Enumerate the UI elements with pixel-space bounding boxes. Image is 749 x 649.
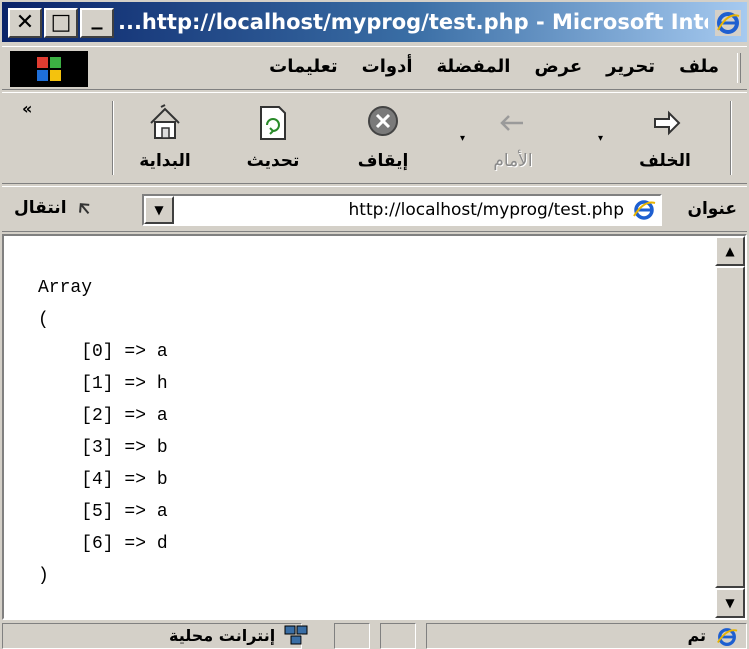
intranet-icon: [284, 625, 308, 645]
scroll-down-icon: ▼: [725, 596, 735, 610]
status-bar: إنترانت محلية تم: [0, 620, 749, 649]
window-title: ...http://localhost/myprog/test.php - Mi…: [118, 10, 708, 34]
scroll-up-icon: ▲: [725, 244, 735, 258]
back-button[interactable]: الخلف: [622, 101, 708, 177]
scroll-down-button[interactable]: ▼: [715, 588, 745, 618]
status-ie-icon: [717, 628, 738, 646]
stop-label: إيقاف: [357, 151, 409, 171]
menu-view[interactable]: عرض: [534, 56, 582, 77]
menu-items: ملف تحرير عرض المفضلة أدوات تعليمات: [269, 56, 719, 77]
menu-edit[interactable]: تحرير: [606, 56, 655, 77]
go-label: انتقال: [14, 198, 67, 218]
home-icon: [150, 104, 180, 139]
toolbar-overflow-button[interactable]: «: [22, 99, 32, 118]
back-arrow-icon: [654, 110, 681, 136]
address-dropdown-button[interactable]: ▼: [144, 196, 174, 224]
status-zone-label: إنترانت محلية: [169, 626, 276, 645]
stop-button[interactable]: إيقاف: [340, 101, 426, 177]
address-input[interactable]: ▼ http://localhost/myprog/test.php: [142, 194, 662, 226]
maximize-button[interactable]: □: [44, 8, 78, 38]
toolbar-separator-right: [730, 101, 732, 175]
go-arrow-icon: [78, 203, 89, 215]
windows-flag-icon: [10, 51, 88, 87]
address-bar: انتقال ▼ http://localhost/myprog/test.ph…: [2, 186, 747, 232]
status-pane-3: [380, 623, 416, 649]
refresh-icon: [260, 106, 286, 140]
ie-icon: [715, 10, 741, 36]
menu-help[interactable]: تعليمات: [269, 56, 338, 77]
forward-dropdown-icon[interactable]: ▾: [460, 133, 465, 144]
status-pane-2: [334, 623, 370, 649]
scroll-thumb[interactable]: [715, 266, 745, 588]
title-bar: ✕ □ _ ...http://localhost/myprog/test.ph…: [0, 0, 749, 44]
menu-grip: [737, 53, 741, 83]
status-zone-pane: إنترانت محلية: [2, 623, 302, 649]
address-url: http://localhost/myprog/test.php: [348, 200, 624, 220]
forward-label: الأمام: [493, 151, 533, 171]
home-button[interactable]: البداية: [122, 101, 208, 177]
address-label: عنوان: [687, 199, 737, 219]
go-button[interactable]: انتقال: [14, 197, 95, 219]
refresh-button[interactable]: تحديث: [230, 101, 316, 177]
stop-icon: [368, 106, 398, 136]
window-controls: ✕ □ _: [8, 5, 114, 38]
refresh-label: تحديث: [246, 151, 300, 171]
scroll-up-button[interactable]: ▲: [715, 236, 745, 266]
standard-toolbar: « البداية تحديث إيقاف ▾ الأمام ▾ الخلف: [2, 92, 747, 184]
minimize-button[interactable]: _: [80, 5, 114, 38]
back-dropdown-icon[interactable]: ▾: [598, 133, 603, 144]
close-button[interactable]: ✕: [8, 8, 42, 38]
home-label: البداية: [139, 151, 191, 171]
menu-bar: ملف تحرير عرض المفضلة أدوات تعليمات: [2, 46, 747, 90]
dropdown-icon: ▼: [154, 203, 164, 217]
menu-tools[interactable]: أدوات: [362, 56, 413, 77]
toolbar-separator: [112, 101, 114, 175]
minimize-icon: _: [91, 5, 103, 30]
page-content: Array ( [0] => a [1] => h [2] => a [3] =…: [2, 234, 747, 620]
status-text: تم: [687, 626, 706, 645]
status-main-pane: تم: [426, 623, 747, 649]
php-output: Array ( [0] => a [1] => h [2] => a [3] =…: [38, 278, 168, 586]
maximize-icon: □: [50, 10, 72, 35]
forward-button[interactable]: الأمام: [470, 101, 556, 177]
menu-file[interactable]: ملف: [679, 56, 719, 77]
back-label: الخلف: [639, 151, 691, 171]
menu-favorites[interactable]: المفضلة: [437, 56, 511, 77]
forward-arrow-icon: [500, 115, 523, 131]
page-ie-icon: [633, 200, 656, 220]
close-icon: ✕: [15, 10, 35, 35]
vertical-scrollbar[interactable]: ▲ ▼: [715, 236, 745, 618]
